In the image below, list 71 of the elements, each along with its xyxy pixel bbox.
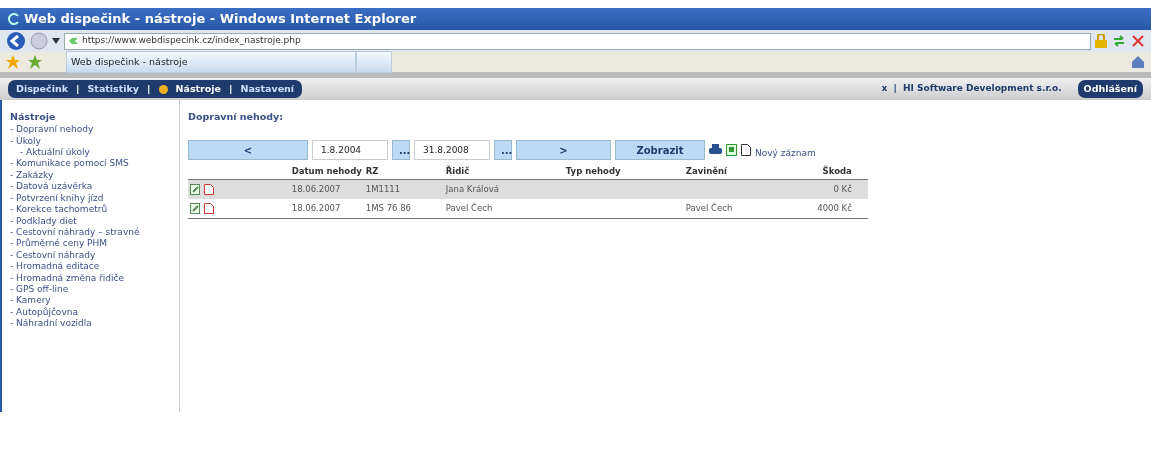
sidebar-link[interactable]: - Dopravní nehody	[10, 124, 171, 136]
sidebar-link[interactable]: - Autopůjčovna	[10, 306, 171, 319]
sidebar-link[interactable]: - Cestovní náhrady – stravné	[10, 226, 171, 239]
logout-button[interactable]: Odhlášení	[1077, 79, 1143, 99]
sidebar-link[interactable]: - Podklady diet	[10, 215, 171, 227]
section-heading: Dopravní nehody:	[188, 110, 285, 124]
column-header: Zavinění	[683, 164, 794, 180]
sidebar-link[interactable]: - Potvrzení knihy jízd	[10, 192, 171, 205]
column-header: Datum nehody	[289, 164, 364, 180]
sidebar-link[interactable]: - Zakázky	[10, 169, 171, 182]
date-field[interactable]: 1.8.2004	[312, 140, 388, 161]
column-header: Řidič	[443, 164, 564, 180]
sidebar-link[interactable]: - Korekce tachometrů	[10, 204, 171, 216]
table-cell: Pavel Čech	[683, 198, 794, 218]
sidebar-link[interactable]: - Hromadná editace	[10, 261, 171, 273]
menu-item[interactable]: Dispečink	[16, 81, 68, 97]
menu-item[interactable]: Statistiky	[87, 81, 140, 97]
table-cell: Pavel Čech	[443, 198, 564, 218]
sidebar-link[interactable]: - Komunikace pomocí SMS	[10, 158, 171, 170]
menu-separator: |	[229, 81, 233, 96]
sidebar-link[interactable]: - Aktuální úkoly	[10, 147, 171, 159]
show-button[interactable]: Zobrazit	[615, 140, 705, 161]
delete-icon[interactable]	[203, 202, 215, 214]
column-header: Typ nehody	[563, 164, 684, 180]
edit-icon[interactable]	[190, 184, 201, 195]
new-record-link[interactable]: Nový záznam	[755, 146, 816, 160]
browser-tab[interactable]: Web dispečink - nástroje	[66, 51, 356, 73]
sidebar-title: Nástroje	[10, 110, 57, 124]
address-field[interactable]: https://www.webdispecink.cz/index_nastroje.php	[64, 32, 1091, 50]
sidebar-link[interactable]: - Datová uzávěrka	[10, 181, 171, 193]
sidebar-link[interactable]: - Kamery	[10, 295, 171, 307]
previous-button[interactable]: <	[188, 140, 308, 161]
spreadsheet-icon[interactable]	[726, 144, 737, 157]
menu-separator: |	[147, 81, 151, 96]
menu-separator: |	[76, 81, 80, 96]
dot-icon	[158, 84, 168, 94]
site-icon	[69, 38, 78, 44]
date-field[interactable]: 31.8.2008	[414, 140, 490, 161]
table-cell: 18.06.2007	[289, 198, 364, 218]
sidebar-link[interactable]: - Průměrné ceny PHM	[10, 238, 171, 250]
printer-icon[interactable]	[709, 144, 722, 157]
sidebar-link[interactable]: - GPS off-line	[10, 283, 171, 296]
sidebar-link[interactable]: - Náhradní vozidla	[10, 318, 171, 330]
back-icon[interactable]	[6, 31, 26, 51]
next-button[interactable]: >	[516, 140, 611, 161]
sidebar-link[interactable]: - Hromadná změna řidiče	[10, 272, 171, 284]
close-icon[interactable]	[1131, 34, 1145, 48]
column-header: Škoda	[793, 164, 854, 180]
window-title: Web dispečink - nástroje - Windows Internet Explorer	[24, 10, 417, 29]
menu-item[interactable]: Nastavení	[240, 81, 295, 97]
lock-icon	[1095, 34, 1107, 48]
company-label: x | HI Software Development s.r.o.	[881, 82, 1062, 96]
table-cell: 1MS 76 86	[363, 198, 444, 218]
table-row[interactable]: 18.06.2007 1MS 76 86 Pavel Čech Pavel Čech 4000 Kč	[188, 198, 868, 218]
dropdown-icon[interactable]	[52, 38, 60, 44]
sidebar-link[interactable]: - Úkoly	[10, 135, 171, 148]
refresh-icon[interactable]	[1111, 33, 1127, 49]
column-header: RZ	[363, 164, 444, 180]
edit-icon[interactable]	[190, 202, 201, 214]
browser-logo-icon	[8, 13, 20, 25]
sidebar-link[interactable]: - Cestovní náhrady	[10, 249, 171, 262]
table-row[interactable]: 18.06.2007 1M1111 Jana Králová 0 Kč	[188, 179, 868, 199]
delete-icon[interactable]	[203, 184, 215, 195]
table-cell: 4000 Kč	[793, 198, 854, 218]
date-picker-button[interactable]: ...	[392, 140, 410, 161]
star-icon[interactable]	[6, 55, 20, 69]
menu-item[interactable]: Nástroje	[175, 81, 221, 97]
date-picker-button[interactable]: ...	[494, 140, 512, 161]
add-favorite-icon[interactable]	[28, 55, 42, 69]
home-icon[interactable]	[1131, 55, 1145, 69]
document-icon[interactable]	[741, 144, 751, 157]
